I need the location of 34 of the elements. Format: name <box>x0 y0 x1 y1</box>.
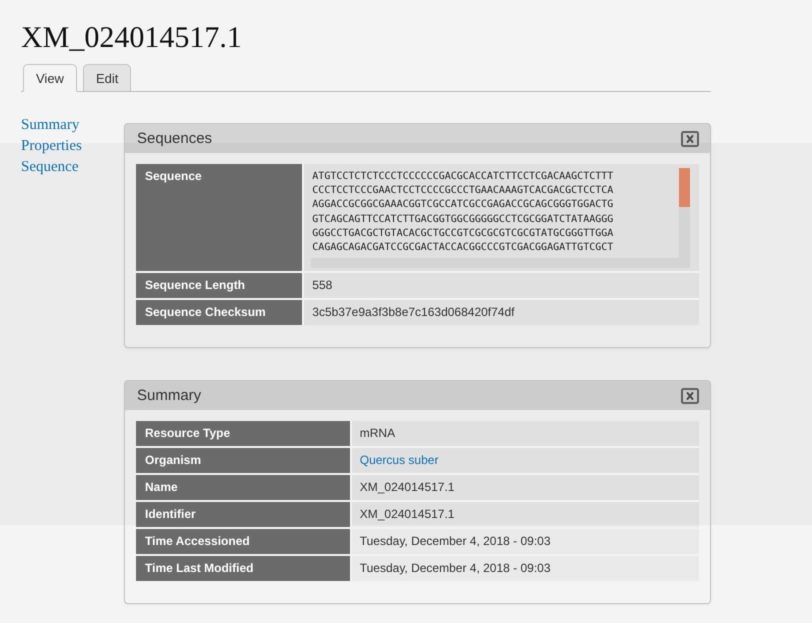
value-cell: XM_024014517.1 <box>352 502 699 529</box>
label-cell: Identifier <box>136 502 352 529</box>
sequence-line: AGGACCGCGGCGAAACGGTCGCCATCGCCGAGACCGCAGCGGGTGGACTG <box>312 198 614 212</box>
label-cell: Sequence Length <box>136 273 304 300</box>
panel-title: Sequences <box>137 130 212 147</box>
sequence-line: GGGCCTGACGCTGTACACGCTGCCGTCGCGCGTCGCGTATGCGGGTTGGA <box>312 226 614 241</box>
sequence-line: CAGAGCAGACGATCCGCGACTACCACGGCCCGTCGACGGAGATTGTCGCT <box>312 241 614 256</box>
value-cell: XM_024014517.1 <box>352 475 699 502</box>
sequence-line: CCCTCCTCCCGAACTCCTCCCCGCCCTGAACAAAGTCACGACGCTCCTCA <box>312 184 614 198</box>
close-icon[interactable] <box>681 130 699 146</box>
label-cell: Organism <box>136 448 352 475</box>
sidebar-link[interactable]: Summary <box>21 115 80 136</box>
label-cell: Sequence Checksum <box>136 300 304 325</box>
label-cell: Time Last Modified <box>136 556 352 581</box>
sidebar-link[interactable]: Sequence <box>21 157 78 178</box>
page-title: XM_024014517.1 <box>21 20 243 56</box>
close-icon[interactable] <box>681 388 699 404</box>
value-cell: Tuesday, December 4, 2018 - 09:03 <box>352 529 699 556</box>
tab[interactable]: View <box>23 64 77 92</box>
label-cell: Sequence <box>136 164 304 273</box>
value-cell: 3c5b37e9a3f3b8e7c163d068420f74df <box>304 300 699 325</box>
organism-link[interactable]: Quercus suber <box>360 453 438 467</box>
label-cell: Time Accessioned <box>136 529 352 556</box>
sidebar-link[interactable]: Properties <box>21 136 82 157</box>
panel-title: Summary <box>137 387 202 404</box>
sequence-line: GTCAGCAGTTCCATCTTGACGGTGGCGGGGGCCTCGCGGATCTATAAGGG <box>312 212 614 227</box>
scrollbar-thumb[interactable] <box>679 168 690 207</box>
value-cell: mRNA <box>352 421 699 448</box>
label-cell: Name <box>136 475 352 502</box>
value-cell: Tuesday, December 4, 2018 - 09:03 <box>352 556 699 581</box>
tab[interactable]: Edit <box>82 64 132 91</box>
value-cell: 558 <box>304 273 699 300</box>
label-cell: Resource Type <box>136 421 352 448</box>
sequence-line: ATGTCCTCTCTCCCTCCCCCCGACGCACCATCTTCCTCGACAAGCTCTTT <box>312 170 614 184</box>
